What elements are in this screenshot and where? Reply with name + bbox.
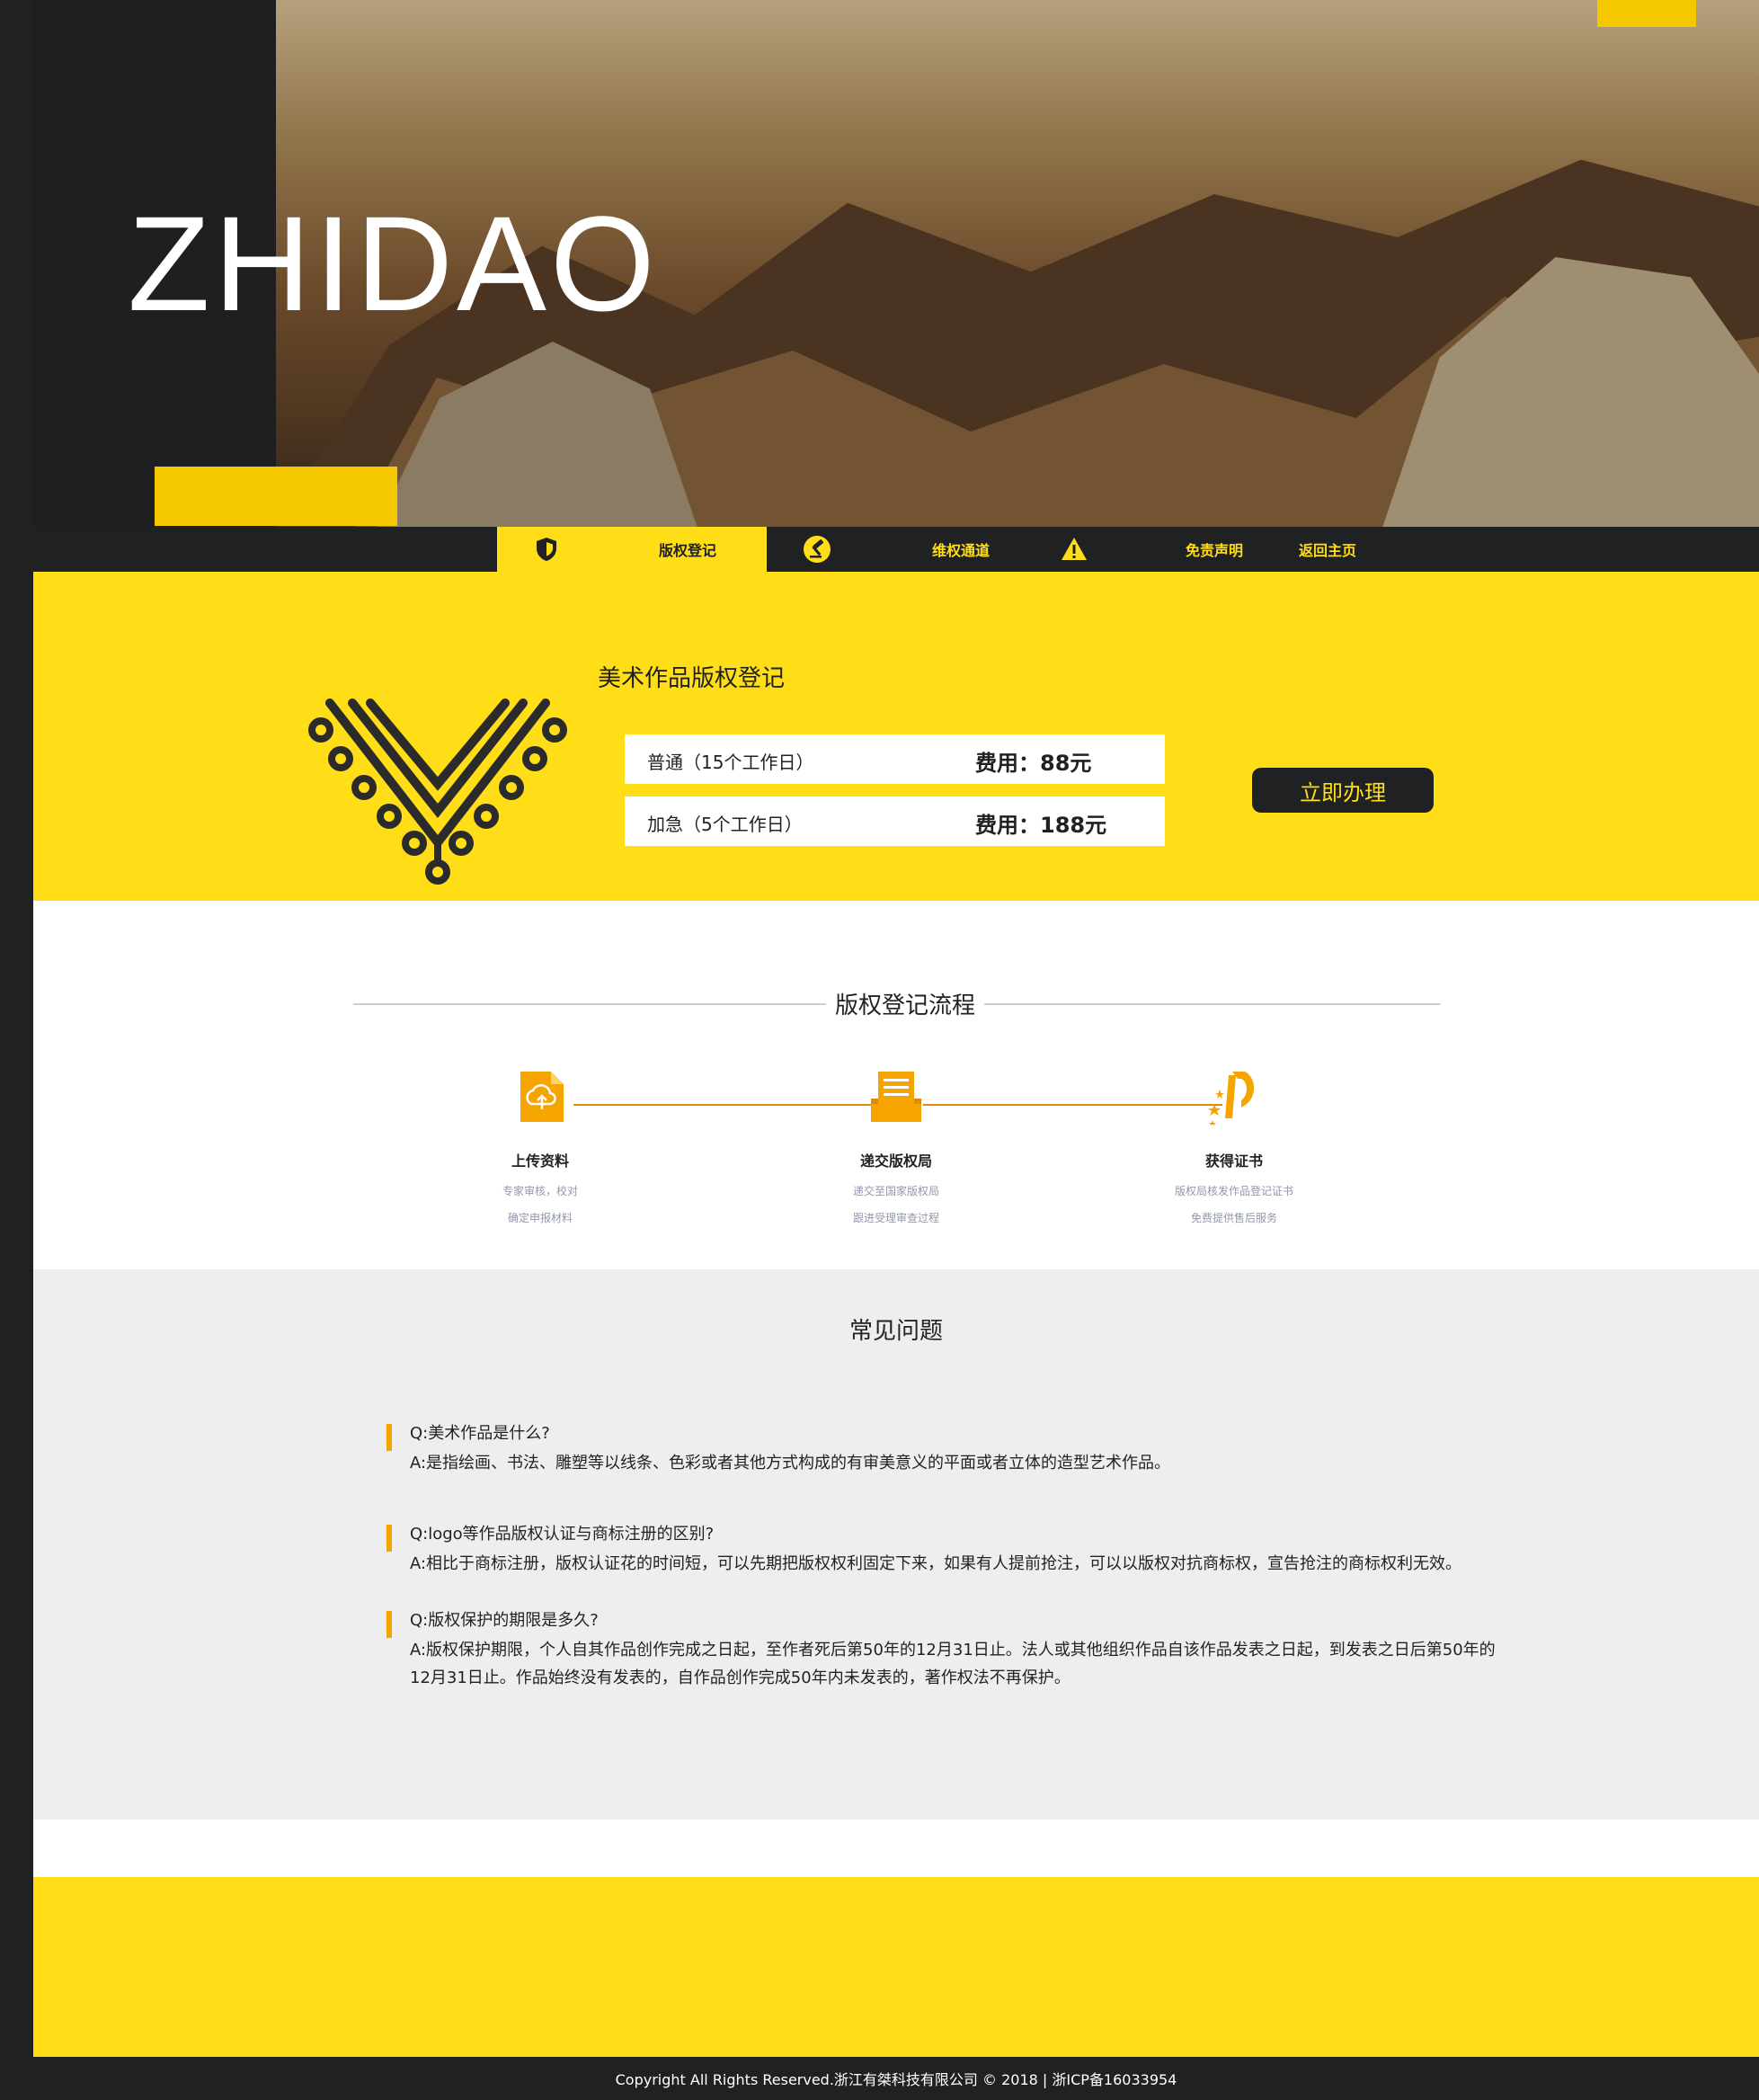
step-desc-line: 免费提供售后服务 bbox=[1190, 1212, 1277, 1224]
nav-item-label: 免责声明 bbox=[1186, 542, 1244, 559]
faq-answer: A:相比于商标注册，版权认证花的时间短，可以先期把版权权利固定下来，如果有人提前… bbox=[410, 1554, 1462, 1573]
faq-title: 常见问题 bbox=[849, 1318, 944, 1345]
step-desc-line: 跟进受理审查过程 bbox=[852, 1212, 939, 1224]
step-desc: 专家审核，校对 确定申报材料 bbox=[405, 1178, 675, 1232]
shield-icon bbox=[537, 538, 556, 561]
process-step: 获得证书 版权局核发作品登记证书 免费提供售后服务 bbox=[1099, 1068, 1369, 1232]
step-desc-line: 递交至国家版权局 bbox=[852, 1185, 939, 1197]
hero-accent-block bbox=[155, 467, 397, 526]
footer-gap bbox=[33, 1820, 1759, 1877]
step-title: 上传资料 bbox=[511, 1152, 569, 1170]
registration-section: 美术作品版权登记 普通（15个工作日） 费用：88元 加急（5个工作日） 费用：… bbox=[33, 572, 1759, 901]
process-step: 上传资料 专家审核，校对 确定申报材料 bbox=[405, 1068, 675, 1232]
page: ZHIDAO 版权登记 维权通道 免责声明 返回主页 美术作品版权登记 普通（1… bbox=[0, 0, 1759, 2100]
step-desc-line: 专家审核，校对 bbox=[502, 1185, 578, 1197]
faq-item: Q:美术作品是什么? A:是指绘画、书法、雕塑等以线条、色彩或者其他方式构成的有… bbox=[386, 1420, 1600, 1477]
document-icon bbox=[871, 1072, 921, 1122]
registration-title: 美术作品版权登记 bbox=[598, 665, 786, 692]
price-option-standard[interactable]: 普通（15个工作日） 费用：88元 bbox=[625, 734, 1165, 784]
main-nav: 版权登记 维权通道 免责声明 返回主页 bbox=[33, 527, 1759, 572]
faq-section: 常见问题 Q:美术作品是什么? A:是指绘画、书法、雕塑等以线条、色彩或者其他方… bbox=[33, 1269, 1759, 1820]
faq-accent-bar bbox=[386, 1424, 392, 1451]
faq-question: Q:美术作品是什么? bbox=[410, 1424, 550, 1443]
brand-v-mark-icon bbox=[308, 699, 567, 885]
faq-item: Q:logo等作品版权认证与商标注册的区别? A:相比于商标注册，版权认证花的时… bbox=[386, 1521, 1600, 1578]
step-desc: 递交至国家版权局 跟进受理审查过程 bbox=[761, 1178, 1031, 1232]
faq-answer: A:版权保护期限，个人自其作品创作完成之日起，至作者死后第50年的12月31日止… bbox=[410, 1641, 1496, 1687]
faq-accent-bar bbox=[386, 1611, 392, 1638]
nav-item-disclaimer[interactable]: 免责声明 bbox=[1186, 527, 1243, 572]
step-desc-line: 确定申报材料 bbox=[507, 1212, 573, 1224]
process-title: 版权登记流程 bbox=[826, 987, 985, 1020]
gavel-icon bbox=[804, 536, 831, 563]
faq-accent-bar bbox=[386, 1525, 392, 1552]
faq-question: Q:版权保护的期限是多久? bbox=[410, 1611, 599, 1630]
faq-answer: A:是指绘画、书法、雕塑等以线条、色彩或者其他方式构成的有审美意义的平面或者立体… bbox=[410, 1454, 1171, 1473]
step-title: 递交版权局 bbox=[859, 1152, 932, 1170]
nav-item-label: 维权通道 bbox=[932, 542, 991, 559]
hero-banner: ZHIDAO bbox=[33, 0, 1759, 527]
process-section: 版权登记流程 上传资料 专家审核，校对 确定申报材料 递交版权局 递交至国家版权… bbox=[33, 901, 1759, 1269]
nav-item-label: 版权登记 bbox=[659, 542, 717, 559]
process-step: 递交版权局 递交至国家版权局 跟进受理审查过程 bbox=[761, 1068, 1031, 1232]
left-edge-bar bbox=[0, 0, 33, 2100]
apply-now-button[interactable]: 立即办理 bbox=[1252, 768, 1434, 813]
faq-question: Q:logo等作品版权认证与商标注册的区别? bbox=[410, 1525, 715, 1544]
nav-item-copyright-register[interactable]: 版权登记 bbox=[659, 527, 716, 572]
option-label: 加急（5个工作日） bbox=[647, 814, 803, 835]
step-desc-line: 版权局核发作品登记证书 bbox=[1174, 1185, 1293, 1197]
option-fee: 费用：88元 bbox=[975, 751, 1092, 776]
certificate-icon bbox=[1208, 1072, 1255, 1126]
footer: Copyright All Rights Reserved.浙江有桀科技有限公司… bbox=[33, 2057, 1759, 2100]
option-fee: 费用：188元 bbox=[975, 813, 1107, 838]
nav-item-rights-channel[interactable]: 维权通道 bbox=[932, 527, 990, 572]
corner-accent-block bbox=[1597, 0, 1696, 27]
cloud-upload-icon bbox=[520, 1072, 564, 1122]
nav-item-home[interactable]: 返回主页 bbox=[1299, 527, 1356, 572]
copyright-text: Copyright All Rights Reserved.浙江有桀科技有限公司… bbox=[615, 2071, 1177, 2088]
nav-item-label: 返回主页 bbox=[1299, 542, 1357, 559]
warning-icon bbox=[1062, 538, 1087, 560]
step-desc: 版权局核发作品登记证书 免费提供售后服务 bbox=[1099, 1178, 1369, 1232]
footer-yellow-band bbox=[33, 1877, 1759, 2057]
faq-item: Q:版权保护的期限是多久? A:版权保护期限，个人自其作品创作完成之日起，至作者… bbox=[386, 1607, 1501, 1692]
price-option-express[interactable]: 加急（5个工作日） 费用：188元 bbox=[625, 796, 1165, 846]
step-title: 获得证书 bbox=[1204, 1152, 1263, 1170]
site-logo[interactable]: ZHIDAO bbox=[128, 196, 659, 331]
option-label: 普通（15个工作日） bbox=[647, 752, 814, 773]
